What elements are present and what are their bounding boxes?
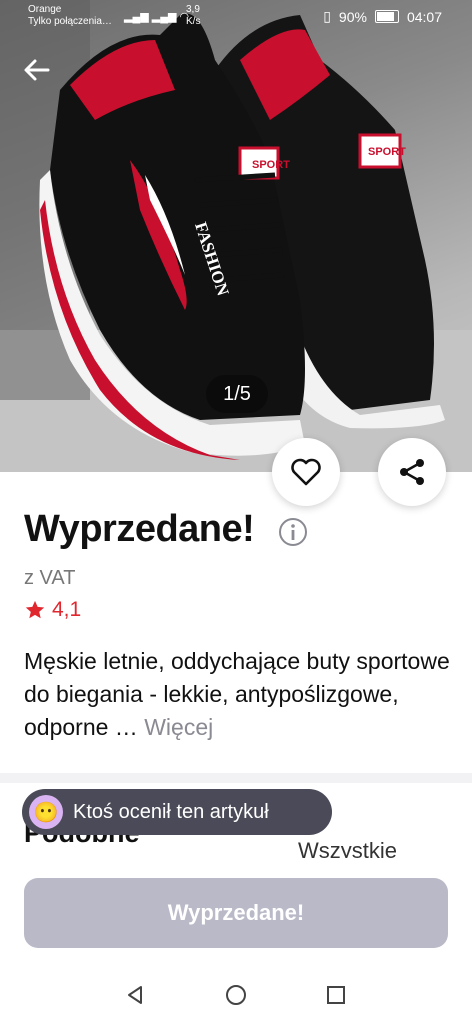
clock: 04:07 <box>406 8 442 25</box>
favorite-button[interactable] <box>272 438 340 506</box>
system-nav-bar <box>0 966 472 1024</box>
shoe-tag-text-2: SPORT <box>368 146 406 158</box>
bottom-action-bar: Wyprzedane! <box>0 858 472 966</box>
share-button[interactable] <box>378 438 446 506</box>
image-counter: 1/5 <box>206 375 268 413</box>
shoe-tag-text: SPORT <box>252 159 290 171</box>
rating-value: 4,1 <box>52 598 82 621</box>
product-rating[interactable]: 4,1 <box>24 598 81 622</box>
battery-percent: 90% <box>338 8 367 25</box>
carrier-info: Orange Tylko połączenia… <box>28 4 112 28</box>
nav-home-icon[interactable] <box>225 984 247 1006</box>
description-text: Męskie letnie, oddychające buty sportowe… <box>24 648 450 740</box>
product-description[interactable]: Męskie letnie, oddychające buty sportowe… <box>24 645 454 744</box>
battery-icon <box>374 10 399 23</box>
status-right: ▯ 90% 04:07 <box>323 8 442 25</box>
network-speed-unit: K/s <box>186 16 201 27</box>
activity-toast: 😶 Ktoś ocenił ten artykuł <box>22 789 332 835</box>
section-divider <box>0 773 472 783</box>
toast-text: Ktoś ocenił ten artykuł <box>73 800 269 823</box>
nav-back-icon[interactable] <box>124 984 146 1006</box>
product-price-status: Wyprzedane! <box>24 508 255 550</box>
heart-icon <box>291 458 321 486</box>
signal-icon: ▂▄▆ ▂▄▆ ◠ <box>124 11 190 23</box>
status-bar: Orange Tylko połączenia… ▂▄▆ ▂▄▆ ◠ 3,9 K… <box>0 0 472 34</box>
network-speed: 3,9 K/s <box>186 4 200 28</box>
back-arrow-icon[interactable] <box>22 55 58 91</box>
carrier-status: Tylko połączenia… <box>28 16 112 27</box>
nav-recents-icon[interactable] <box>325 984 347 1006</box>
more-link[interactable]: Więcej <box>144 714 213 740</box>
vibrate-icon: ▯ <box>323 8 331 24</box>
network-speed-value: 3,9 <box>186 4 200 15</box>
sold-out-button[interactable]: Wyprzedane! <box>24 878 448 948</box>
star-icon <box>25 600 45 619</box>
avatar: 😶 <box>29 795 63 829</box>
carrier-name: Orange <box>28 4 62 15</box>
info-icon[interactable] <box>278 517 308 552</box>
vat-label: z VAT <box>24 567 76 589</box>
share-icon <box>400 459 424 485</box>
